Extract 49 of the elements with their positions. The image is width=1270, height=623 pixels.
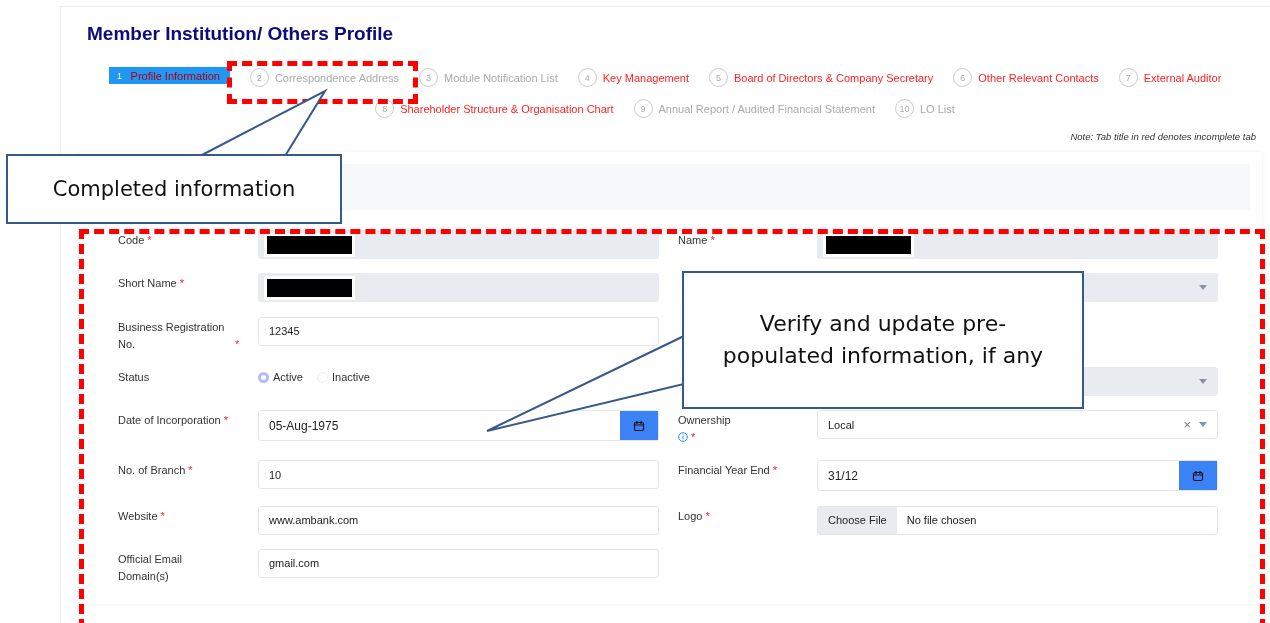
input-field[interactable]: www.ambank.com [258,505,659,535]
required-mark: * [691,431,696,443]
step-tab[interactable]: 6 Other Relevant Contacts [953,67,1099,88]
radio-option[interactable]: Active [258,371,303,384]
field-label: Logo [678,508,703,524]
note-text: Note: Tab title in red denotes incomplete tab [1069,131,1256,142]
field-label: Date of Incorporation [118,413,221,428]
date-field[interactable]: 31/12 [817,460,1218,492]
select-field[interactable]: Local × [817,410,1218,439]
clear-button[interactable]: × [1183,417,1191,432]
info-icon[interactable] [678,432,688,442]
field-label: Name [678,233,708,248]
page-title: Member Institution/ Others Profile [87,23,395,45]
caret-icon [1199,285,1207,291]
required-mark: * [179,277,185,290]
input-field[interactable]: gmail.com [258,548,659,578]
caret-icon [1199,422,1207,427]
field-label: Ownership [678,413,731,428]
required-mark: * [235,337,240,350]
required-mark: * [223,414,229,426]
field-label: Official Email Domain(s) [118,551,183,584]
input-field[interactable]: 12345 [258,316,659,346]
required-mark: * [710,234,715,246]
step-tab[interactable]: 5 Board of Directors & Company Secretary [708,67,934,88]
field-label: Financial Year End [678,463,770,479]
step-tab[interactable]: 7 External Auditor [1118,67,1222,88]
file-field[interactable]: Choose File No file chosen [817,505,1218,535]
date-field[interactable]: 05-Aug-1975 [258,410,659,441]
required-mark: * [772,464,778,477]
step-tab[interactable]: 4 Key Management [577,67,689,88]
choose-file-button[interactable]: Choose File [818,506,897,534]
radio-circle[interactable] [258,371,269,383]
required-mark: * [705,509,710,522]
field-label: No. of Branch [118,463,186,479]
field-label: Website [118,508,158,524]
required-mark: * [188,464,193,477]
calendar-icon [633,419,645,432]
field-label: Short Name [118,276,177,292]
field-label: Business Registration No. [118,319,226,352]
radio-option[interactable]: Inactive [316,371,370,384]
required-mark: * [160,509,165,522]
required-mark: * [147,234,152,246]
field-label: Status [118,369,150,385]
calendar-icon [1192,469,1204,482]
input-field[interactable]: 10 [258,460,659,490]
calendar-button[interactable] [1179,461,1217,491]
step-tab[interactable]: 8 Shareholder Structure & Organisation Chart [375,98,614,119]
caret-icon [1199,378,1207,384]
field-label: Code [118,233,145,248]
